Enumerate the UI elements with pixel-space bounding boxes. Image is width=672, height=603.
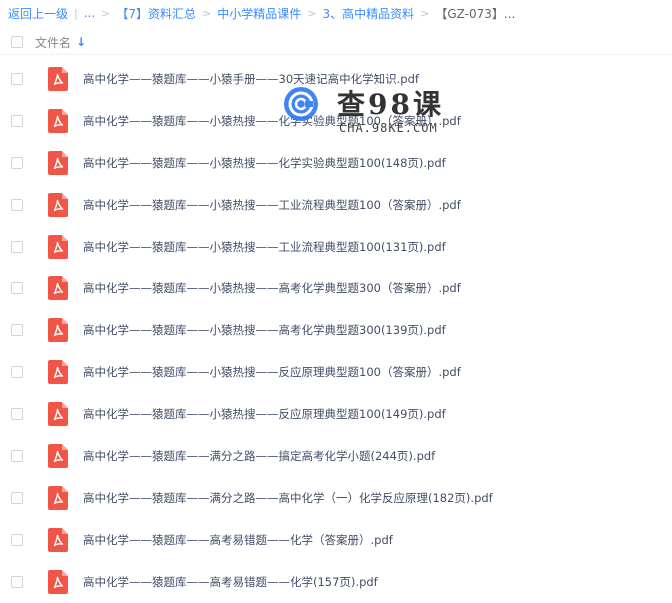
sort-arrow-icon[interactable]: ↓ — [76, 35, 86, 49]
file-name-link[interactable]: 高中化学——猿题库——高考易错题——化学(157页).pdf — [83, 574, 378, 590]
file-name-link[interactable]: 高中化学——猿题库——小猿热搜——高考化学典型题300(139页).pdf — [83, 322, 446, 338]
pdf-file-icon — [48, 485, 68, 510]
file-list: 高中化学——猿题库——小猿手册——30天速记高中化学知识.pdf 高中化学——猿题… — [0, 58, 672, 603]
pdf-file-icon — [48, 276, 68, 301]
pdf-file-icon — [48, 150, 68, 175]
pdf-file-icon — [48, 360, 68, 385]
pdf-file-icon — [48, 192, 68, 217]
file-name-link[interactable]: 高中化学——猿题库——小猿热搜——工业流程典型题100(131页).pdf — [83, 239, 446, 255]
pdf-file-icon — [48, 318, 68, 343]
file-name-link[interactable]: 高中化学——猿题库——高考易错题——化学（答案册）.pdf — [83, 532, 393, 548]
pdf-file-icon — [48, 66, 68, 91]
file-name-link[interactable]: 高中化学——猿题库——小猿热搜——反应原理典型题100(149页).pdf — [83, 406, 446, 422]
file-row[interactable]: 高中化学——猿题库——高考易错题——化学(157页).pdf — [0, 561, 672, 603]
file-row[interactable]: 高中化学——猿题库——高考易错题——化学（答案册）.pdf — [0, 519, 672, 561]
file-checkbox[interactable] — [11, 533, 23, 546]
file-row[interactable]: 高中化学——猿题库——满分之路——搞定高考化学小题(244页).pdf — [0, 435, 672, 477]
pdf-file-icon — [48, 527, 68, 552]
file-row[interactable]: 高中化学——猿题库——小猿热搜——化学实验典型题100（答案册）.pdf — [0, 100, 672, 142]
file-name-link[interactable]: 高中化学——猿题库——满分之路——高中化学（一）化学反应原理(182页).pdf — [83, 490, 493, 506]
pdf-file-icon — [48, 443, 68, 468]
breadcrumb-separator: > — [420, 6, 430, 20]
file-list-header: 文件名 ↓ — [0, 30, 672, 55]
file-checkbox[interactable] — [11, 324, 23, 337]
file-row[interactable]: 高中化学——猿题库——小猿热搜——高考化学典型题300(139页).pdf — [0, 309, 672, 351]
file-row[interactable]: 高中化学——猿题库——小猿热搜——反应原理典型题100（答案册）.pdf — [0, 351, 672, 393]
file-row[interactable]: 高中化学——猿题库——小猿热搜——高考化学典型题300（答案册）.pdf — [0, 267, 672, 309]
file-checkbox[interactable] — [11, 114, 23, 127]
breadcrumb-item-highschool[interactable]: 3、高中精品资料 — [323, 5, 415, 22]
breadcrumb-separator: > — [202, 6, 212, 20]
file-name-link[interactable]: 高中化学——猿题库——满分之路——搞定高考化学小题(244页).pdf — [83, 448, 435, 464]
breadcrumb-ellipsis[interactable]: ... — [84, 6, 95, 20]
breadcrumb-item-resources[interactable]: 【7】资料汇总 — [116, 5, 196, 22]
file-row[interactable]: 高中化学——猿题库——满分之路——高中化学（一）化学反应原理(182页).pdf — [0, 477, 672, 519]
breadcrumb: 返回上一级 | ... > 【7】资料汇总 > 中小学精品课件 > 3、高中精品… — [8, 4, 515, 22]
file-checkbox[interactable] — [11, 408, 23, 421]
file-checkbox[interactable] — [11, 491, 23, 504]
pdf-file-icon — [48, 234, 68, 259]
select-all-checkbox[interactable] — [11, 36, 23, 48]
pdf-file-icon — [48, 569, 68, 594]
file-name-link[interactable]: 高中化学——猿题库——小猿热搜——反应原理典型题100（答案册）.pdf — [83, 364, 461, 380]
pdf-file-icon — [48, 402, 68, 427]
breadcrumb-separator: > — [307, 6, 317, 20]
file-checkbox[interactable] — [11, 240, 23, 253]
file-checkbox[interactable] — [11, 198, 23, 211]
file-name-link[interactable]: 高中化学——猿题库——小猿热搜——高考化学典型题300（答案册）.pdf — [83, 280, 461, 296]
file-name-link[interactable]: 高中化学——猿题库——小猿热搜——工业流程典型题100（答案册）.pdf — [83, 197, 461, 213]
file-checkbox[interactable] — [11, 449, 23, 462]
file-checkbox[interactable] — [11, 366, 23, 379]
file-checkbox[interactable] — [11, 575, 23, 588]
pdf-file-icon — [48, 108, 68, 133]
column-filename[interactable]: 文件名 — [35, 34, 71, 51]
file-row[interactable]: 高中化学——猿题库——小猿热搜——工业流程典型题100（答案册）.pdf — [0, 184, 672, 226]
file-row[interactable]: 高中化学——猿题库——小猿热搜——化学实验典型题100(148页).pdf — [0, 142, 672, 184]
file-checkbox[interactable] — [11, 282, 23, 295]
file-name-link[interactable]: 高中化学——猿题库——小猿手册——30天速记高中化学知识.pdf — [83, 71, 419, 87]
breadcrumb-item-courseware[interactable]: 中小学精品课件 — [217, 5, 301, 22]
back-link[interactable]: 返回上一级 — [8, 5, 68, 22]
breadcrumb-current: 【GZ-073】... — [435, 6, 516, 21]
file-row[interactable]: 高中化学——猿题库——小猿热搜——工业流程典型题100(131页).pdf — [0, 226, 672, 268]
file-row[interactable]: 高中化学——猿题库——小猿手册——30天速记高中化学知识.pdf — [0, 58, 672, 100]
breadcrumb-separator: > — [101, 6, 111, 20]
file-checkbox[interactable] — [11, 156, 23, 169]
file-row[interactable]: 高中化学——猿题库——小猿热搜——反应原理典型题100(149页).pdf — [0, 393, 672, 435]
breadcrumb-divider: | — [74, 6, 78, 20]
file-checkbox[interactable] — [11, 72, 23, 85]
file-name-link[interactable]: 高中化学——猿题库——小猿热搜——化学实验典型题100（答案册）.pdf — [83, 113, 461, 129]
file-name-link[interactable]: 高中化学——猿题库——小猿热搜——化学实验典型题100(148页).pdf — [83, 155, 446, 171]
